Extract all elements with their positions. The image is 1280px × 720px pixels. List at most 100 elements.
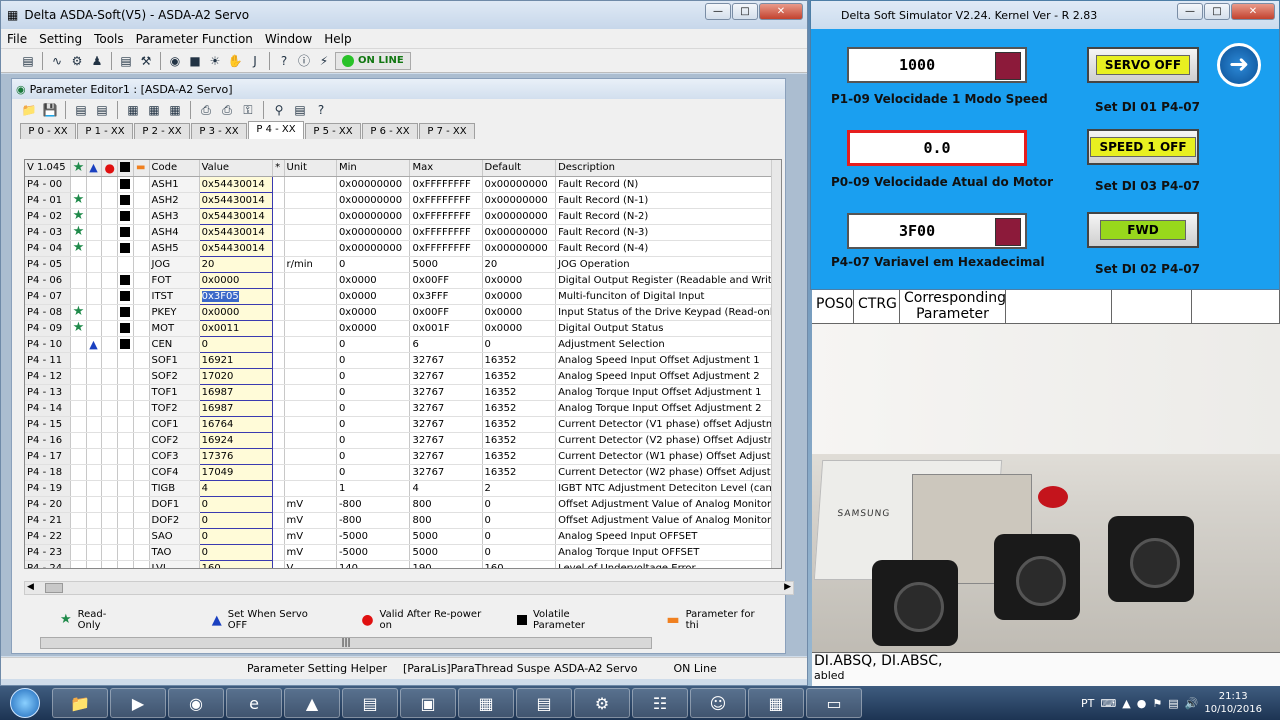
- param-value[interactable]: 0x54430014: [198, 191, 274, 209]
- minimize-button[interactable]: —: [705, 3, 731, 20]
- info-icon[interactable]: ⓘ: [295, 52, 313, 70]
- upload-icon[interactable]: ▦: [145, 101, 163, 119]
- connect-icon[interactable]: ◉: [166, 52, 184, 70]
- table-row[interactable]: P4 - 10 ▲ CEN 0 0 6 0 Adjustment Selection: [25, 335, 781, 353]
- tune-icon[interactable]: ☀: [206, 52, 224, 70]
- pdf-reader-icon[interactable]: ▣: [400, 688, 456, 718]
- sim-minimize-button[interactable]: —: [1177, 3, 1203, 20]
- table-row[interactable]: P4 - 12 SOF2 17020 0 32767 16352 Analog Speed …: [25, 367, 781, 385]
- fwd-button[interactable]: FWD: [1087, 212, 1199, 248]
- notification-icon[interactable]: ●: [1137, 697, 1147, 710]
- table-row[interactable]: P4 - 24 LVL 160 V 140 190 160 Level of Undervol…: [25, 559, 781, 568]
- min-header[interactable]: Min: [336, 160, 411, 177]
- editor-horizontal-scrollbar[interactable]: |||: [40, 637, 652, 649]
- hand-icon[interactable]: ✋: [226, 52, 244, 70]
- table-row[interactable]: P4 - 04 ★ ASH5 0x54430014 0x00000000 0xFFFFFF…: [25, 239, 781, 257]
- param-value[interactable]: 16764: [198, 415, 274, 433]
- keyboard-icon[interactable]: ⌨: [1100, 697, 1116, 710]
- plug-icon[interactable]: ⚡: [315, 52, 333, 70]
- next-arrow-button[interactable]: ➜: [1217, 43, 1261, 87]
- table-row[interactable]: P4 - 23 TAO 0 mV -5000 5000 0 Analog Torque Inp…: [25, 543, 781, 561]
- chrome-icon[interactable]: ◉: [168, 688, 224, 718]
- param-value[interactable]: 0x0000: [198, 271, 274, 289]
- table-row[interactable]: P4 - 08 ★ PKEY 0x0000 0x0000 0x00FF 0x0000 Inpu…: [25, 303, 781, 321]
- lock-icon[interactable]: ⚿: [239, 101, 257, 119]
- menu-window[interactable]: Window: [259, 32, 318, 46]
- calculator-icon[interactable]: ▦: [748, 688, 804, 718]
- param-value[interactable]: 17020: [198, 367, 274, 385]
- table-row[interactable]: P4 - 15 COF1 16764 0 32767 16352 Current Detec…: [25, 415, 781, 433]
- scope-icon[interactable]: ∿: [48, 52, 66, 70]
- table-row[interactable]: P4 - 01 ★ ASH2 0x54430014 0x00000000 0xFFFFFF…: [25, 191, 781, 209]
- menu-setting[interactable]: Setting: [33, 32, 88, 46]
- param-value[interactable]: 0x54430014: [198, 175, 274, 193]
- remote-desktop-icon[interactable]: ▦: [458, 688, 514, 718]
- param-value[interactable]: 160: [198, 559, 274, 568]
- internet-explorer-icon[interactable]: e: [226, 688, 282, 718]
- description-header[interactable]: Description: [555, 160, 781, 177]
- param-value[interactable]: 0x54430014: [198, 223, 274, 241]
- google-drive-icon[interactable]: ▲: [284, 688, 340, 718]
- table-row[interactable]: P4 - 16 COF2 16924 0 32767 16352 Current Detec…: [25, 431, 781, 449]
- speed-1-off-button[interactable]: SPEED 1 OFF: [1087, 129, 1199, 165]
- compare-icon[interactable]: ▦: [124, 101, 142, 119]
- table-row[interactable]: P4 - 19 TIGB 4 1 4 2 IGBT NTC Adjustment Detec…: [25, 479, 781, 497]
- tab-p4[interactable]: P 4 - XX: [248, 121, 304, 139]
- menu-help[interactable]: Help: [318, 32, 357, 46]
- param-value[interactable]: 0: [198, 543, 274, 561]
- table-row[interactable]: P4 - 02 ★ ASH3 0x54430014 0x00000000 0xFFFFFF…: [25, 207, 781, 225]
- tab-p1[interactable]: P 1 - XX: [77, 123, 133, 139]
- default-header[interactable]: Default: [482, 160, 557, 177]
- menu-tools[interactable]: Tools: [88, 32, 130, 46]
- code-header[interactable]: Code: [149, 160, 200, 177]
- maximize-button[interactable]: □: [732, 3, 758, 20]
- param-value[interactable]: 0x3F05: [198, 287, 274, 305]
- window-app-icon[interactable]: ▭: [806, 688, 862, 718]
- table-row[interactable]: P4 - 05 JOG 20 r/min 0 5000 20 JOG Operation: [25, 255, 781, 273]
- hex-variable-display[interactable]: 3F00: [847, 213, 1027, 249]
- table-row[interactable]: P4 - 20 DOF1 0 mV -800 800 0 Offset Adjustment …: [25, 495, 781, 513]
- table-row[interactable]: P4 - 06 FOT 0x0000 0x0000 0x00FF 0x0000 Digita…: [25, 271, 781, 289]
- tab-p6[interactable]: P 6 - XX: [362, 123, 418, 139]
- volume-icon[interactable]: 🔊: [1185, 697, 1199, 710]
- param-value[interactable]: 0: [198, 335, 274, 353]
- scroll-thumb[interactable]: [45, 583, 63, 593]
- start-button[interactable]: [0, 686, 50, 720]
- table-row[interactable]: P4 - 14 TOF2 16987 0 32767 16352 Analog Torque…: [25, 399, 781, 417]
- param-value[interactable]: 20: [198, 255, 274, 273]
- grid-vertical-scrollbar[interactable]: [771, 160, 781, 568]
- save-icon[interactable]: 💾: [41, 101, 59, 119]
- help-icon[interactable]: ?: [312, 101, 330, 119]
- tab-p0[interactable]: P 0 - XX: [20, 123, 76, 139]
- param-value[interactable]: 0: [198, 527, 274, 545]
- parameter-icon[interactable]: ▤: [19, 52, 37, 70]
- read-param-icon[interactable]: ▤: [72, 101, 90, 119]
- tab-p3[interactable]: P 3 - XX: [191, 123, 247, 139]
- param-value[interactable]: 0x54430014: [198, 239, 274, 257]
- find-icon[interactable]: ⚲: [270, 101, 288, 119]
- menu-parameter-function[interactable]: Parameter Function: [130, 32, 259, 46]
- table-row[interactable]: P4 - 13 TOF1 16987 0 32767 16352 Analog Torque…: [25, 383, 781, 401]
- media-player-icon[interactable]: ▶: [110, 688, 166, 718]
- person-icon[interactable]: ♟: [88, 52, 106, 70]
- clock[interactable]: 21:13 10/10/2016: [1204, 690, 1262, 716]
- table-row[interactable]: P4 - 07 ITST 0x3F05 0x0000 0x3FFF 0x0000 Multi…: [25, 287, 781, 305]
- max-header[interactable]: Max: [409, 160, 483, 177]
- sim-maximize-button[interactable]: □: [1204, 3, 1230, 20]
- simulator-icon[interactable]: ⚙: [574, 688, 630, 718]
- network-icon[interactable]: ▤: [1168, 697, 1178, 710]
- tab-p5[interactable]: P 5 - XX: [305, 123, 361, 139]
- avatar-app-icon[interactable]: ☺: [690, 688, 746, 718]
- table-row[interactable]: P4 - 09 ★ MOT 0x0011 0x0000 0x001F 0x0000 Digit…: [25, 319, 781, 337]
- param-value[interactable]: 0: [198, 511, 274, 529]
- chart-icon[interactable]: ■: [186, 52, 204, 70]
- flag-icon[interactable]: ⚑: [1152, 697, 1162, 710]
- table-row[interactable]: P4 - 22 SAO 0 mV -5000 5000 0 Analog Speed Inpu…: [25, 527, 781, 545]
- monitor-icon[interactable]: ▤: [117, 52, 135, 70]
- unit-header[interactable]: Unit: [284, 160, 337, 177]
- param-value[interactable]: 0x54430014: [198, 207, 274, 225]
- servo-off-button[interactable]: SERVO OFF: [1087, 47, 1199, 83]
- sim-close-button[interactable]: ✕: [1231, 3, 1275, 20]
- value-header[interactable]: Value: [199, 160, 274, 177]
- asda-soft-icon[interactable]: ▤: [342, 688, 398, 718]
